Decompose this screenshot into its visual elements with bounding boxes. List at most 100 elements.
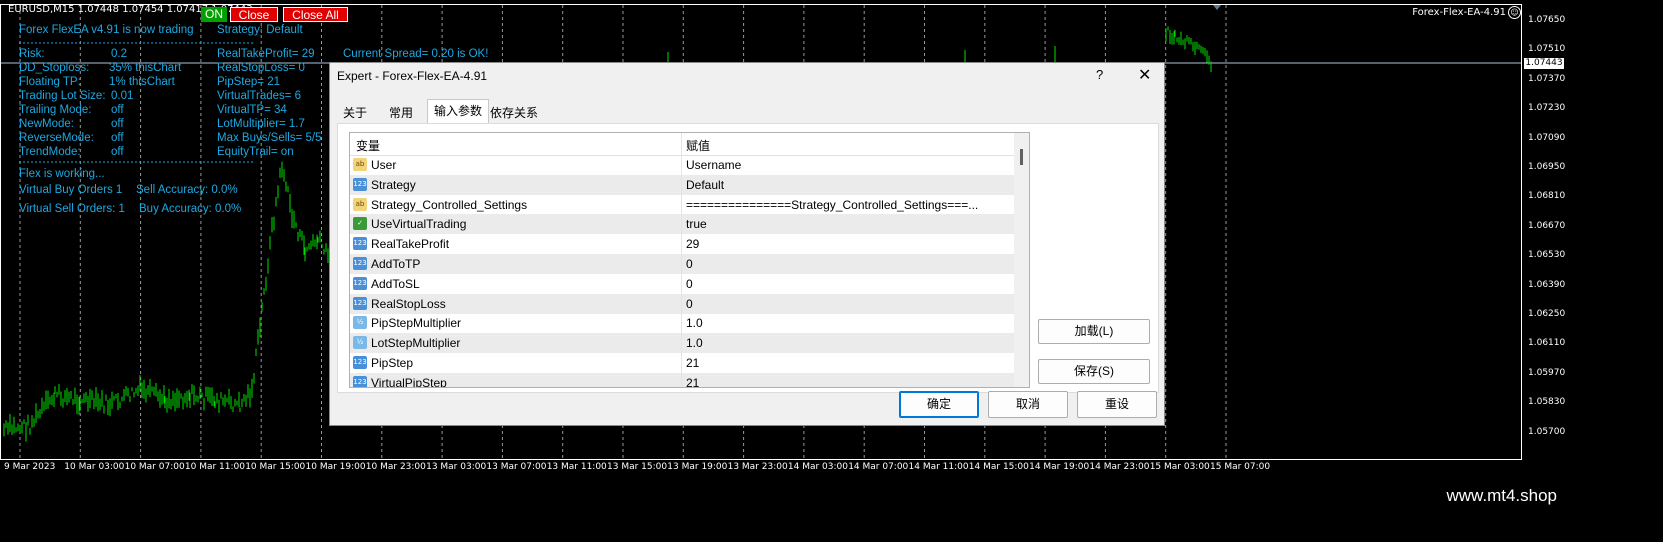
close-all-button[interactable]: Close All [283,7,348,22]
newmode-value: off [111,118,124,130]
input-value[interactable]: 21 [686,356,699,370]
input-row[interactable]: ½ LotStepMultiplier 1.0 [350,333,1014,354]
input-row[interactable]: ab Strategy_Controlled_Settings ==========… [350,195,1014,215]
tab-common[interactable]: 常用 [383,102,419,124]
price-label: 1.07650 [1528,15,1566,25]
trailing-label: Trailing Mode: [19,104,92,116]
time-label: 10 Mar 23:00 [365,462,426,472]
bool-type-icon: ✓ [353,217,367,231]
close-button[interactable]: Close [230,7,278,22]
watermark-text: www.mt4.shop [1446,486,1557,505]
ok-button[interactable]: 确定 [899,391,979,418]
real-sl: RealStopLoss= 0 [217,62,305,74]
reset-button[interactable]: 重设 [1077,391,1157,418]
value-column-header[interactable]: 赋值 [686,137,710,154]
dd-label: DD_Stoploss: [19,62,90,74]
tab-dependencies[interactable]: 依存关系 [484,102,544,124]
price-label: 1.07510 [1528,44,1566,55]
input-row[interactable]: 123 PipStep 21 [350,353,1014,373]
price-label: 1.07370 [1528,73,1566,84]
input-name: Strategy [371,177,416,192]
price-label: 1.06810 [1528,191,1566,202]
input-row[interactable]: 123 Strategy Default [350,174,1014,195]
input-value[interactable]: Username [686,158,741,172]
virtual-trades: VirtualTrades= 6 [217,90,302,102]
input-value[interactable]: 29 [686,237,699,251]
input-value[interactable]: 0 [686,297,693,311]
risk-value: 0.2 [111,48,127,60]
price-label: 1.06670 [1528,220,1566,231]
mt4-window: EURUSD,M15 1.07448 1.07454 1.07417 1.074… [0,0,1663,542]
input-name: Strategy_Controlled_Settings [371,197,528,212]
input-value[interactable]: 1.0 [686,316,703,330]
price-label: 1.06250 [1528,309,1566,319]
input-value[interactable]: 0 [686,257,693,271]
double-type-icon: ½ [353,336,367,350]
input-row[interactable]: ab User Username [350,155,1014,175]
integer-type-icon: 123 [353,257,367,270]
time-label: 15 Mar 03:00 [1149,462,1210,472]
scrollbar-thumb[interactable] [1020,149,1023,165]
input-name: RealStopLoss [371,296,446,311]
time-label: 9 Mar 2023 [4,462,56,472]
input-row[interactable]: ✓ UseVirtualTrading true [350,214,1014,235]
tab-about[interactable]: 关于 [337,102,373,124]
cancel-button[interactable]: 取消 [988,391,1068,418]
input-value[interactable]: true [686,217,707,231]
integer-type-icon: 123 [353,177,367,191]
ea-strategy: Strategy: Default [217,24,303,36]
tab-inputs[interactable]: 输入参数 [427,99,490,125]
input-value[interactable]: ===============Strategy_Controlled_Setti… [686,198,978,212]
input-name: PipStep [371,356,414,370]
string-type-icon: ab [353,158,367,171]
grid-header: 变量 赋值 [350,133,1014,156]
input-row[interactable]: 123 AddToTP 0 [350,254,1014,274]
input-row[interactable]: 123 VirtualPipStep 21 [350,372,1014,387]
inputs-panel: 变量 赋值 ab User Username 123 Strategy Default ab… [337,123,1159,393]
max-buys-sells: Max Buys/Sells= 5/5 [217,132,322,144]
trend-label: TrendMode: [19,146,81,158]
trailing-value: off [111,104,124,116]
time-label: 10 Mar 15:00 [245,462,306,472]
lot-multiplier: LotMultiplier= 1.7 [217,118,305,130]
dialog-title: Expert - Forex-Flex-EA-4.91 [337,69,488,83]
input-value[interactable]: Default [686,178,724,192]
ea-status: Forex FlexEA v4.91 is now trading [19,24,194,36]
vertical-scrollbar[interactable] [1014,133,1029,387]
input-value[interactable]: 0 [686,277,693,291]
time-label: 14 Mar 11:00 [908,462,969,472]
ftp-label: Floating TP: [19,76,81,88]
time-label: 13 Mar 15:00 [607,462,668,472]
time-label: 10 Mar 19:00 [305,462,366,472]
expert-properties-dialog: Expert - Forex-Flex-EA-4.91 ? ✕ 关于 常用 输入… [329,62,1165,426]
string-type-icon: ab [353,197,367,211]
time-label: 14 Mar 19:00 [1029,462,1090,472]
newmode-label: NewMode: [19,118,74,130]
buy-accuracy: Buy Accuracy: 0.0% [139,203,242,215]
risk-label: Risk: [19,48,45,60]
input-value[interactable]: 1.0 [686,336,703,350]
sell-accuracy: Sell Accuracy: 0.0% [136,184,238,196]
virtual-tp: VirtualTP= 34 [217,104,287,116]
on-button[interactable]: ON [201,7,227,22]
price-label: 1.07090 [1528,132,1566,143]
real-tp: RealTakeProfit= 29 [217,48,315,60]
pipstep: PipStep= 21 [217,76,280,88]
price-label: 1.07230 [1528,103,1566,114]
time-label: 14 Mar 23:00 [1089,462,1150,472]
input-row[interactable]: ½ PipStepMultiplier 1.0 [350,313,1014,333]
price-label: 1.06390 [1528,279,1566,290]
flex-working: Flex is working... [19,168,105,180]
input-row[interactable]: 123 RealTakeProfit 29 [350,234,1014,254]
close-icon[interactable]: ✕ [1138,65,1151,85]
integer-type-icon: 123 [353,237,367,251]
variable-column-header[interactable]: 变量 [356,137,380,154]
input-value[interactable]: 21 [686,376,699,387]
help-button[interactable]: ? [1096,67,1103,82]
input-row[interactable]: 123 AddToSL 0 [350,274,1014,294]
ftp-value: 1% thisChart [109,76,175,88]
input-row[interactable]: 123 RealStopLoss 0 [350,293,1014,314]
price-label: 1.05830 [1528,397,1566,408]
save-button[interactable]: 保存(S) [1038,359,1150,384]
load-button[interactable]: 加载(L) [1038,319,1150,344]
